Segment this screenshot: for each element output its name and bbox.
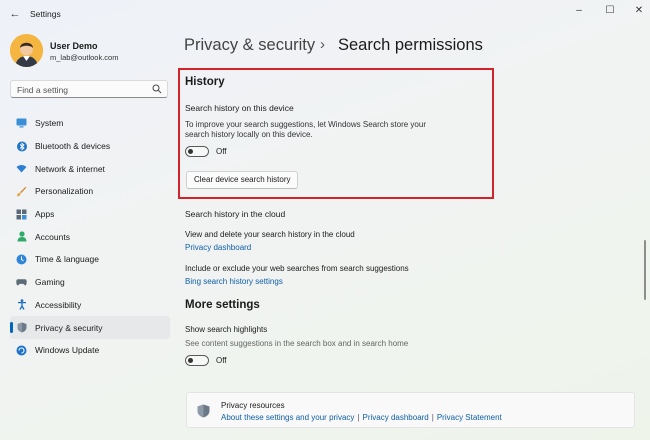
search-input[interactable]: Find a setting [10, 80, 168, 98]
update-icon [16, 345, 27, 356]
privacy-resources-links: About these settings and your privacy | Pr… [221, 413, 502, 422]
main-content: Privacy & security › Search permissions … [178, 28, 650, 440]
sidebar-item-label: Windows Update [35, 345, 100, 356]
shield-icon [197, 404, 210, 418]
device-history-toggle[interactable] [185, 146, 209, 157]
search-highlights-label: Show search highlights [185, 325, 268, 334]
history-heading: History [185, 76, 225, 88]
sidebar-item-privacy-security[interactable]: Privacy & security [10, 316, 170, 339]
sidebar-item-label: System [35, 118, 64, 129]
user-avatar-icon [10, 34, 43, 67]
sidebar-item-label: Accounts [35, 231, 70, 242]
globe-clock-icon [16, 254, 27, 265]
nav-list: System Bluetooth & devices Network & int… [10, 112, 170, 362]
clear-history-button[interactable]: Clear device search history [186, 171, 299, 189]
device-history-description: To improve your search suggestions, let … [185, 120, 426, 139]
gamepad-icon [16, 277, 27, 288]
privacy-statement-link[interactable]: Privacy Statement [437, 413, 502, 422]
apps-icon [16, 209, 27, 220]
search-highlights-description: See content suggestions in the search bo… [185, 339, 409, 348]
sidebar-item-label: Privacy & security [35, 322, 103, 333]
device-history-label: Search history on this device [185, 103, 294, 113]
more-settings-heading: More settings [185, 299, 260, 311]
privacy-dashboard-link[interactable]: Privacy dashboard [185, 243, 251, 252]
brush-icon [16, 186, 27, 197]
cloud-history-heading: Search history in the cloud [185, 209, 286, 219]
sidebar-item-apps[interactable]: Apps [10, 203, 170, 226]
search-highlights-toggle-state: Off [216, 356, 227, 365]
page-title: Search permissions [338, 36, 483, 54]
search-highlights-toggle[interactable] [185, 355, 209, 366]
breadcrumb-separator: › [320, 36, 325, 53]
sidebar-item-personalization[interactable]: Personalization [10, 180, 170, 203]
sidebar-item-label: Accessibility [35, 299, 82, 310]
sidebar-item-label: Bluetooth & devices [35, 141, 111, 152]
avatar[interactable] [10, 34, 43, 67]
sidebar-item-accessibility[interactable]: Accessibility [10, 294, 170, 317]
search-placeholder: Find a setting [17, 85, 69, 95]
toggle-knob [188, 358, 193, 363]
minimize-icon[interactable]: – [570, 4, 588, 18]
sidebar-item-windows-update[interactable]: Windows Update [10, 339, 170, 362]
privacy-resources-title: Privacy resources [221, 401, 285, 410]
sidebar-item-time-language[interactable]: Time & language [10, 248, 170, 271]
privacy-dashboard-link[interactable]: Privacy dashboard [363, 413, 429, 422]
link-separator: | [431, 413, 434, 422]
user-email: m_lab@outlook.com [50, 53, 119, 62]
about-settings-link[interactable]: About these settings and your privacy [221, 413, 354, 422]
shield-icon [16, 322, 27, 333]
sidebar-item-label: Time & language [35, 254, 99, 265]
accessibility-icon [16, 299, 27, 311]
wifi-icon [16, 163, 27, 174]
web-search-description: Include or exclude your web searches fro… [185, 264, 409, 273]
app-title: Settings [30, 9, 61, 19]
bluetooth-icon [16, 141, 27, 152]
sidebar-item-label: Apps [35, 209, 55, 220]
cloud-view-description: View and delete your search history in t… [185, 230, 355, 239]
sidebar-item-label: Gaming [35, 277, 65, 288]
sidebar: User Demo m_lab@outlook.com Find a setti… [0, 28, 178, 440]
close-icon[interactable]: ✕ [630, 4, 648, 18]
sidebar-item-bluetooth[interactable]: Bluetooth & devices [10, 135, 170, 158]
sidebar-item-accounts[interactable]: Accounts [10, 225, 170, 248]
bing-history-link[interactable]: Bing search history settings [185, 277, 283, 286]
link-separator: | [357, 413, 360, 422]
title-bar: ← Settings – ☐ ✕ [0, 0, 650, 28]
sidebar-item-network[interactable]: Network & internet [10, 157, 170, 180]
sidebar-item-system[interactable]: System [10, 112, 170, 135]
scrollbar[interactable] [644, 240, 646, 300]
sidebar-item-gaming[interactable]: Gaming [10, 271, 170, 294]
monitor-icon [16, 118, 27, 129]
privacy-resources-card: Privacy resources About these settings a… [186, 392, 635, 428]
sidebar-item-label: Personalization [35, 186, 94, 197]
breadcrumb-parent[interactable]: Privacy & security [184, 36, 315, 55]
person-icon [16, 231, 27, 242]
sidebar-item-label: Network & internet [35, 163, 105, 174]
user-name: User Demo [50, 41, 98, 51]
search-icon[interactable] [152, 84, 162, 94]
toggle-knob [188, 149, 193, 154]
maximize-icon[interactable]: ☐ [601, 4, 619, 18]
back-arrow-icon[interactable]: ← [8, 7, 22, 21]
device-history-toggle-state: Off [216, 147, 227, 156]
